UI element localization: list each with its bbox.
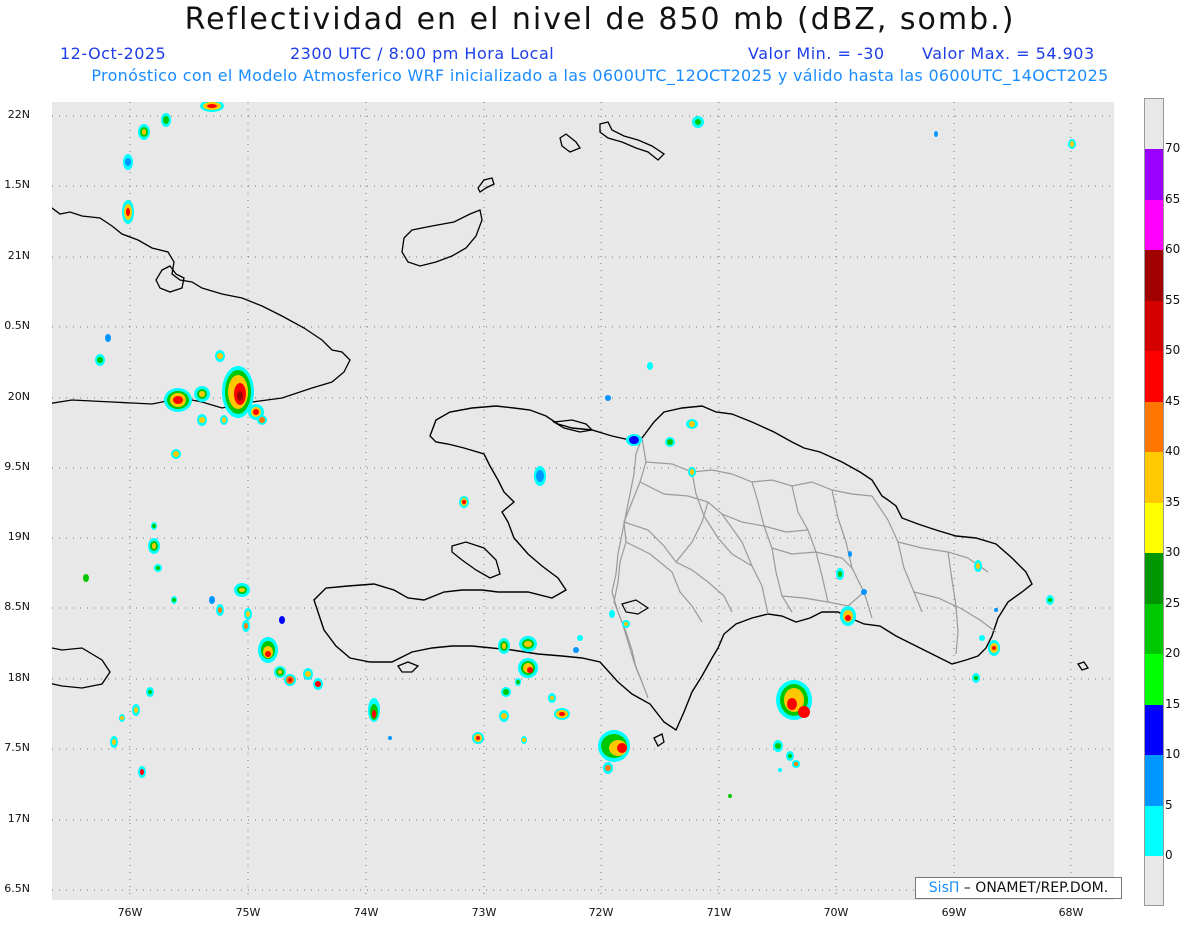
x-label-68w: 68W bbox=[1058, 906, 1084, 919]
max-value-label: Valor Max. = 54.903 bbox=[922, 44, 1095, 63]
map-background bbox=[52, 102, 1114, 900]
colorbar-label: 0 bbox=[1165, 848, 1173, 862]
colorbar-label: 40 bbox=[1165, 444, 1181, 458]
colorbar-label: 65 bbox=[1165, 191, 1181, 206]
x-label-73w: 73W bbox=[471, 906, 497, 919]
y-label-16-5n: 6.5N bbox=[4, 882, 30, 895]
colorbar-label: 25 bbox=[1165, 595, 1181, 610]
colorbar-box bbox=[1145, 250, 1163, 301]
colorbar-box bbox=[1145, 149, 1163, 200]
colorbar-box bbox=[1145, 351, 1163, 402]
y-label-17-5n: 7.5N bbox=[4, 741, 30, 754]
colorbar-label: 10 bbox=[1165, 747, 1181, 761]
colorbar-label: 15 bbox=[1165, 696, 1181, 711]
x-label-74w: 74W bbox=[353, 906, 379, 919]
colorbar-label: 60 bbox=[1165, 242, 1181, 256]
reflectivity-map bbox=[52, 102, 1114, 900]
x-label-71w: 71W bbox=[706, 906, 732, 919]
colorbar-box bbox=[1145, 805, 1163, 856]
y-label-20-5n: 0.5N bbox=[4, 319, 30, 332]
x-label-76w: 76W bbox=[117, 906, 143, 919]
y-label-19-5n: 9.5N bbox=[4, 460, 30, 473]
y-label-19n: 19N bbox=[7, 530, 30, 543]
y-label-18-5n: 8.5N bbox=[4, 600, 30, 613]
y-label-21n: 21N bbox=[7, 249, 30, 262]
colorbar-label: 5 bbox=[1165, 797, 1173, 812]
credit-org: – ONAMET/REP.DOM. bbox=[959, 880, 1109, 896]
time-label: 2300 UTC / 8:00 pm Hora Local bbox=[290, 44, 555, 63]
y-label-22n: 22N bbox=[7, 108, 30, 121]
date-label: 12-Oct-2025 bbox=[60, 44, 167, 63]
x-label-69w: 69W bbox=[941, 906, 967, 919]
colorbar-box bbox=[1145, 300, 1163, 351]
forecast-description: Pronóstico con el Modelo Atmosferico WRF… bbox=[91, 66, 1109, 85]
x-label-70w: 70W bbox=[823, 906, 849, 919]
y-label-17n: 17N bbox=[7, 812, 30, 825]
colorbar-box bbox=[1145, 603, 1163, 654]
colorbar-box bbox=[1145, 199, 1163, 250]
colorbar-box bbox=[1145, 502, 1163, 553]
credit-box: SisΠ – ONAMET/REP.DOM. bbox=[915, 877, 1122, 899]
y-label-21-5n: 1.5N bbox=[4, 178, 30, 191]
colorbar-box bbox=[1145, 452, 1163, 503]
colorbar-box bbox=[1145, 755, 1163, 806]
colorbar bbox=[1144, 98, 1164, 906]
colorbar-label: 45 bbox=[1165, 393, 1181, 408]
colorbar-label: 20 bbox=[1165, 646, 1181, 660]
colorbar-label: 35 bbox=[1165, 494, 1181, 509]
sis-logo-text: SisΠ bbox=[928, 880, 960, 896]
colorbar-label: 50 bbox=[1165, 343, 1181, 357]
x-label-72w: 72W bbox=[588, 906, 614, 919]
y-label-18n: 18N bbox=[7, 671, 30, 684]
colorbar-label: 30 bbox=[1165, 545, 1181, 559]
colorbar-box bbox=[1145, 553, 1163, 604]
colorbar-box bbox=[1145, 654, 1163, 705]
y-label-20n: 20N bbox=[7, 390, 30, 403]
colorbar-box bbox=[1145, 401, 1163, 452]
colorbar-label: 70 bbox=[1165, 141, 1181, 155]
map-title: Reflectividad en el nivel de 850 mb (dBZ… bbox=[184, 2, 1016, 37]
x-label-75w: 75W bbox=[235, 906, 261, 919]
min-value-label: Valor Min. = -30 bbox=[748, 44, 885, 63]
colorbar-label: 55 bbox=[1165, 292, 1181, 307]
colorbar-box bbox=[1145, 704, 1163, 755]
